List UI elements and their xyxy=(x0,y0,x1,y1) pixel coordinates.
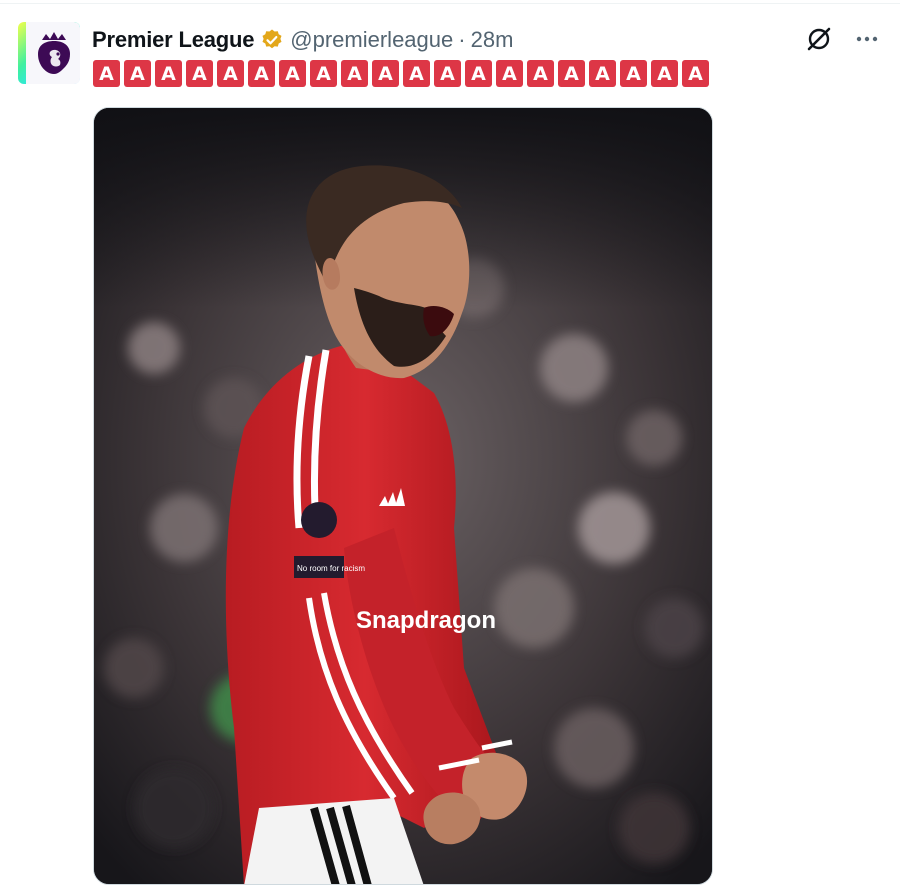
red-letter-a-emoji: A xyxy=(372,60,399,87)
tweet-photo[interactable]: Snapdragon No room for racism xyxy=(93,107,713,885)
red-letter-a-emoji: A xyxy=(186,60,213,87)
red-letter-a-emoji: A xyxy=(341,60,368,87)
red-letter-a-emoji: A xyxy=(620,60,647,87)
tweet-text: AAAAAAAAAAAAAAAAAAAA xyxy=(93,60,709,87)
tweet-actions xyxy=(804,24,882,54)
red-letter-a-emoji: A xyxy=(496,60,523,87)
tweet-header: Premier League @premierleague · 28m xyxy=(92,26,513,54)
tweet[interactable]: Premier League @premierleague · 28m AAAA xyxy=(0,0,900,891)
red-letter-a-emoji: A xyxy=(248,60,275,87)
kit-sponsor-text: Snapdragon xyxy=(356,607,496,634)
separator-dot: · xyxy=(458,27,466,52)
red-letter-a-emoji: A xyxy=(527,60,554,87)
sleeve-badge-text: No room for racism xyxy=(297,564,365,573)
handle[interactable]: @premierleague xyxy=(290,27,453,53)
celebrating-player-photo: Snapdragon No room for racism xyxy=(94,108,712,884)
red-letter-a-emoji: A xyxy=(589,60,616,87)
timestamp[interactable]: 28m xyxy=(471,27,514,53)
red-letter-a-emoji: A xyxy=(403,60,430,87)
red-letter-a-emoji: A xyxy=(651,60,678,87)
display-name[interactable]: Premier League xyxy=(92,27,254,53)
red-letter-a-emoji: A xyxy=(279,60,306,87)
more-icon[interactable] xyxy=(852,24,882,54)
red-letter-a-emoji: A xyxy=(558,60,585,87)
red-letter-a-emoji: A xyxy=(93,60,120,87)
red-letter-a-emoji: A xyxy=(124,60,151,87)
red-letter-a-emoji: A xyxy=(217,60,244,87)
grok-icon[interactable] xyxy=(804,24,834,54)
premier-league-lion-icon xyxy=(38,32,70,74)
red-letter-a-emoji: A xyxy=(434,60,461,87)
red-letter-a-emoji: A xyxy=(155,60,182,87)
red-letter-a-emoji: A xyxy=(310,60,337,87)
red-letter-a-emoji: A xyxy=(465,60,492,87)
avatar[interactable] xyxy=(18,22,80,84)
red-letter-a-emoji: A xyxy=(682,60,709,87)
gold-check-icon[interactable] xyxy=(260,28,284,52)
